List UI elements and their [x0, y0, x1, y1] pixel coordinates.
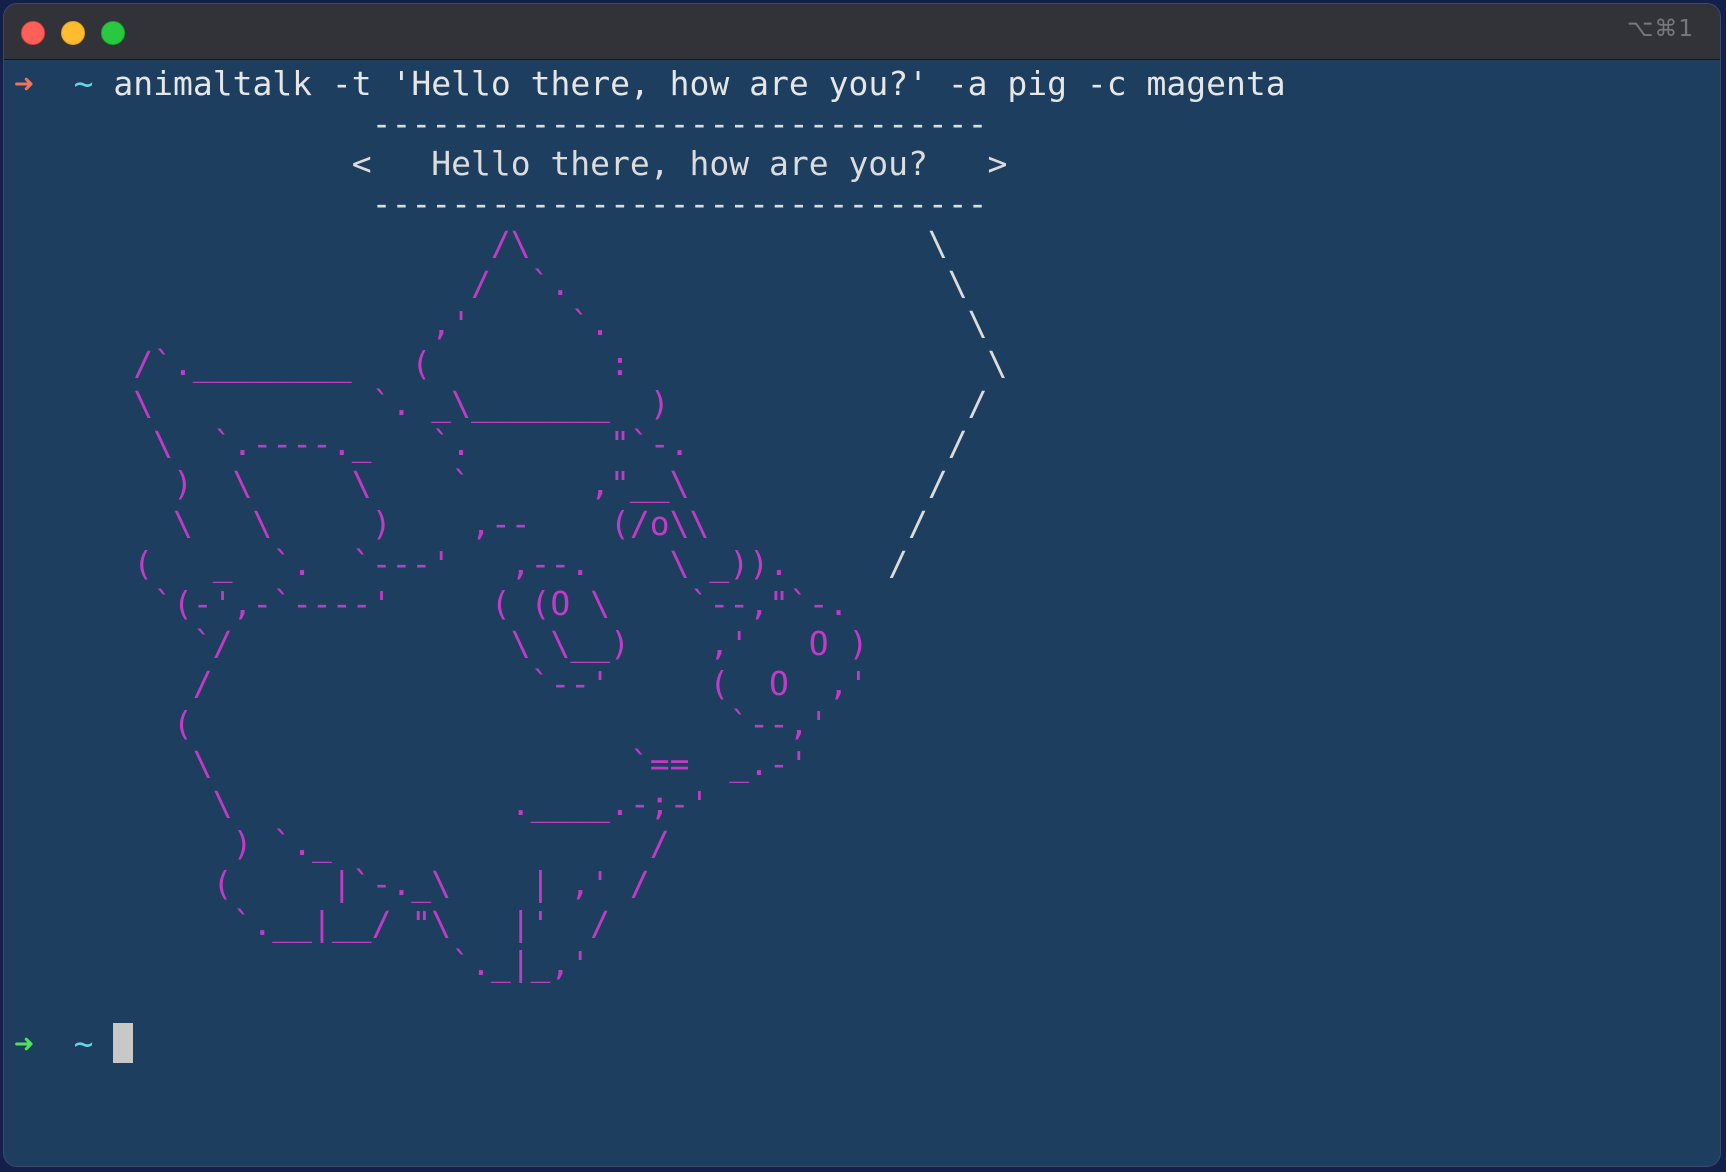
title-bar[interactable]: ⌥⌘1	[4, 4, 1720, 60]
ascii-art-row: \ \ ) ,-- (/o\\ /	[14, 502, 928, 546]
ascii-art-row: `._|_,'	[14, 942, 590, 986]
bubble-connector-segment: /	[709, 504, 928, 543]
pig-art-segment: `(-',-`----' ( (O \ `--,"`-.	[14, 584, 849, 623]
ascii-art-row: \ `== _.-'	[14, 742, 809, 786]
pig-art-segment: \ `.----._ `. "`-.	[14, 424, 690, 463]
pig-art-segment: `.__|__/ "\ |' /	[14, 904, 611, 943]
ascii-art-row: /`.________ ( : \	[14, 342, 1007, 386]
ascii-art-row: \ `. _\_______ ) /	[14, 382, 988, 426]
ascii-art-row: / `--' ( O ,'	[14, 662, 869, 706]
pig-art-segment: /`.________ ( :	[14, 344, 630, 383]
ascii-art-row: \ `.----._ `. "`-. /	[14, 422, 968, 466]
pig-art-segment: ( `--,'	[14, 704, 829, 743]
pig-art-segment: \ \ ) ,-- (/o\\	[14, 504, 710, 543]
ascii-art-row: /\ \	[14, 222, 948, 266]
active-prompt-line[interactable]: ➜ ~	[14, 1022, 134, 1066]
ascii-art-row: ) `._ /	[14, 822, 670, 866]
prompt-directory: ~	[73, 1024, 94, 1063]
pig-art-segment: / `.	[14, 264, 571, 303]
pig-art-segment: / `--' ( O ,'	[14, 664, 869, 703]
bubble-connector-segment: /	[689, 464, 948, 503]
bubble-connector-segment: \	[570, 264, 968, 303]
bubble-bottom-border: -------------------------------	[14, 184, 988, 223]
terminal-output[interactable]: ➜ ~ animaltalk -t 'Hello there, how are …	[4, 60, 1720, 1166]
ascii-art-row: / `. \	[14, 262, 968, 306]
text-cursor	[113, 1022, 134, 1063]
bubble-connector-segment: \	[530, 224, 948, 263]
pig-art-segment: ( |`-._\ | ,' /	[14, 864, 650, 903]
pig-art-segment: ,' `.	[14, 304, 611, 343]
ascii-art-row: ) \ \ ` ,"__\ /	[14, 462, 948, 506]
prompt-arrow-icon: ➜	[14, 1024, 34, 1063]
pig-art-segment: \ .____.-;-'	[14, 784, 710, 823]
command-text: animaltalk -t 'Hello there, how are you?…	[113, 64, 1286, 103]
prompt-directory: ~	[73, 64, 94, 103]
pig-art-segment: ) \ \ ` ,"__\	[14, 464, 690, 503]
bubble-connector-segment: /	[788, 544, 909, 583]
ascii-art-row: `/ \ \__) ,' O )	[14, 622, 869, 666]
ascii-art-row: \ .____.-;-'	[14, 782, 710, 826]
command-line: ➜ ~ animaltalk -t 'Hello there, how are …	[14, 62, 1286, 106]
close-button[interactable]	[21, 21, 45, 45]
bubble-connector-segment: \	[629, 344, 1008, 383]
ascii-art-row: ( |`-._\ | ,' /	[14, 862, 650, 906]
pig-art-segment: ) `._ /	[14, 824, 670, 863]
pig-art-segment: \ `. _\_______ )	[14, 384, 670, 423]
ascii-art-row: ( _ `. `---' ,--. \ _)). /	[14, 542, 908, 586]
pig-art-segment: \ `== _.-'	[14, 744, 809, 783]
ascii-art-row: ,' `. \	[14, 302, 988, 346]
terminal-window: ⌥⌘1 ➜ ~ animaltalk -t 'Hello there, how …	[3, 3, 1721, 1167]
window-shortcut-label: ⌥⌘1	[1626, 16, 1694, 42]
minimize-button[interactable]	[61, 21, 85, 45]
bubble-connector-segment: /	[669, 384, 988, 423]
ascii-art-row: `(-',-`----' ( (O \ `--,"`-.	[14, 582, 848, 626]
bubble-connector-segment: /	[689, 424, 968, 463]
bubble-text: < Hello there, how are you? >	[14, 144, 1008, 183]
bubble-top-border: -------------------------------	[14, 104, 988, 143]
pig-art-segment: `/ \ \__) ,' O )	[14, 624, 869, 663]
zoom-button[interactable]	[101, 21, 125, 45]
ascii-art-row: `.__|__/ "\ |' /	[14, 902, 611, 946]
pig-art-segment: ( _ `. `---' ,--. \ _)).	[14, 544, 789, 583]
pig-art-segment: `._|_,'	[14, 944, 591, 983]
ascii-art-row: ( `--,'	[14, 702, 829, 746]
prompt-arrow-icon: ➜	[14, 64, 34, 103]
pig-art-segment: /\	[14, 224, 531, 263]
bubble-connector-segment: \	[610, 304, 988, 343]
